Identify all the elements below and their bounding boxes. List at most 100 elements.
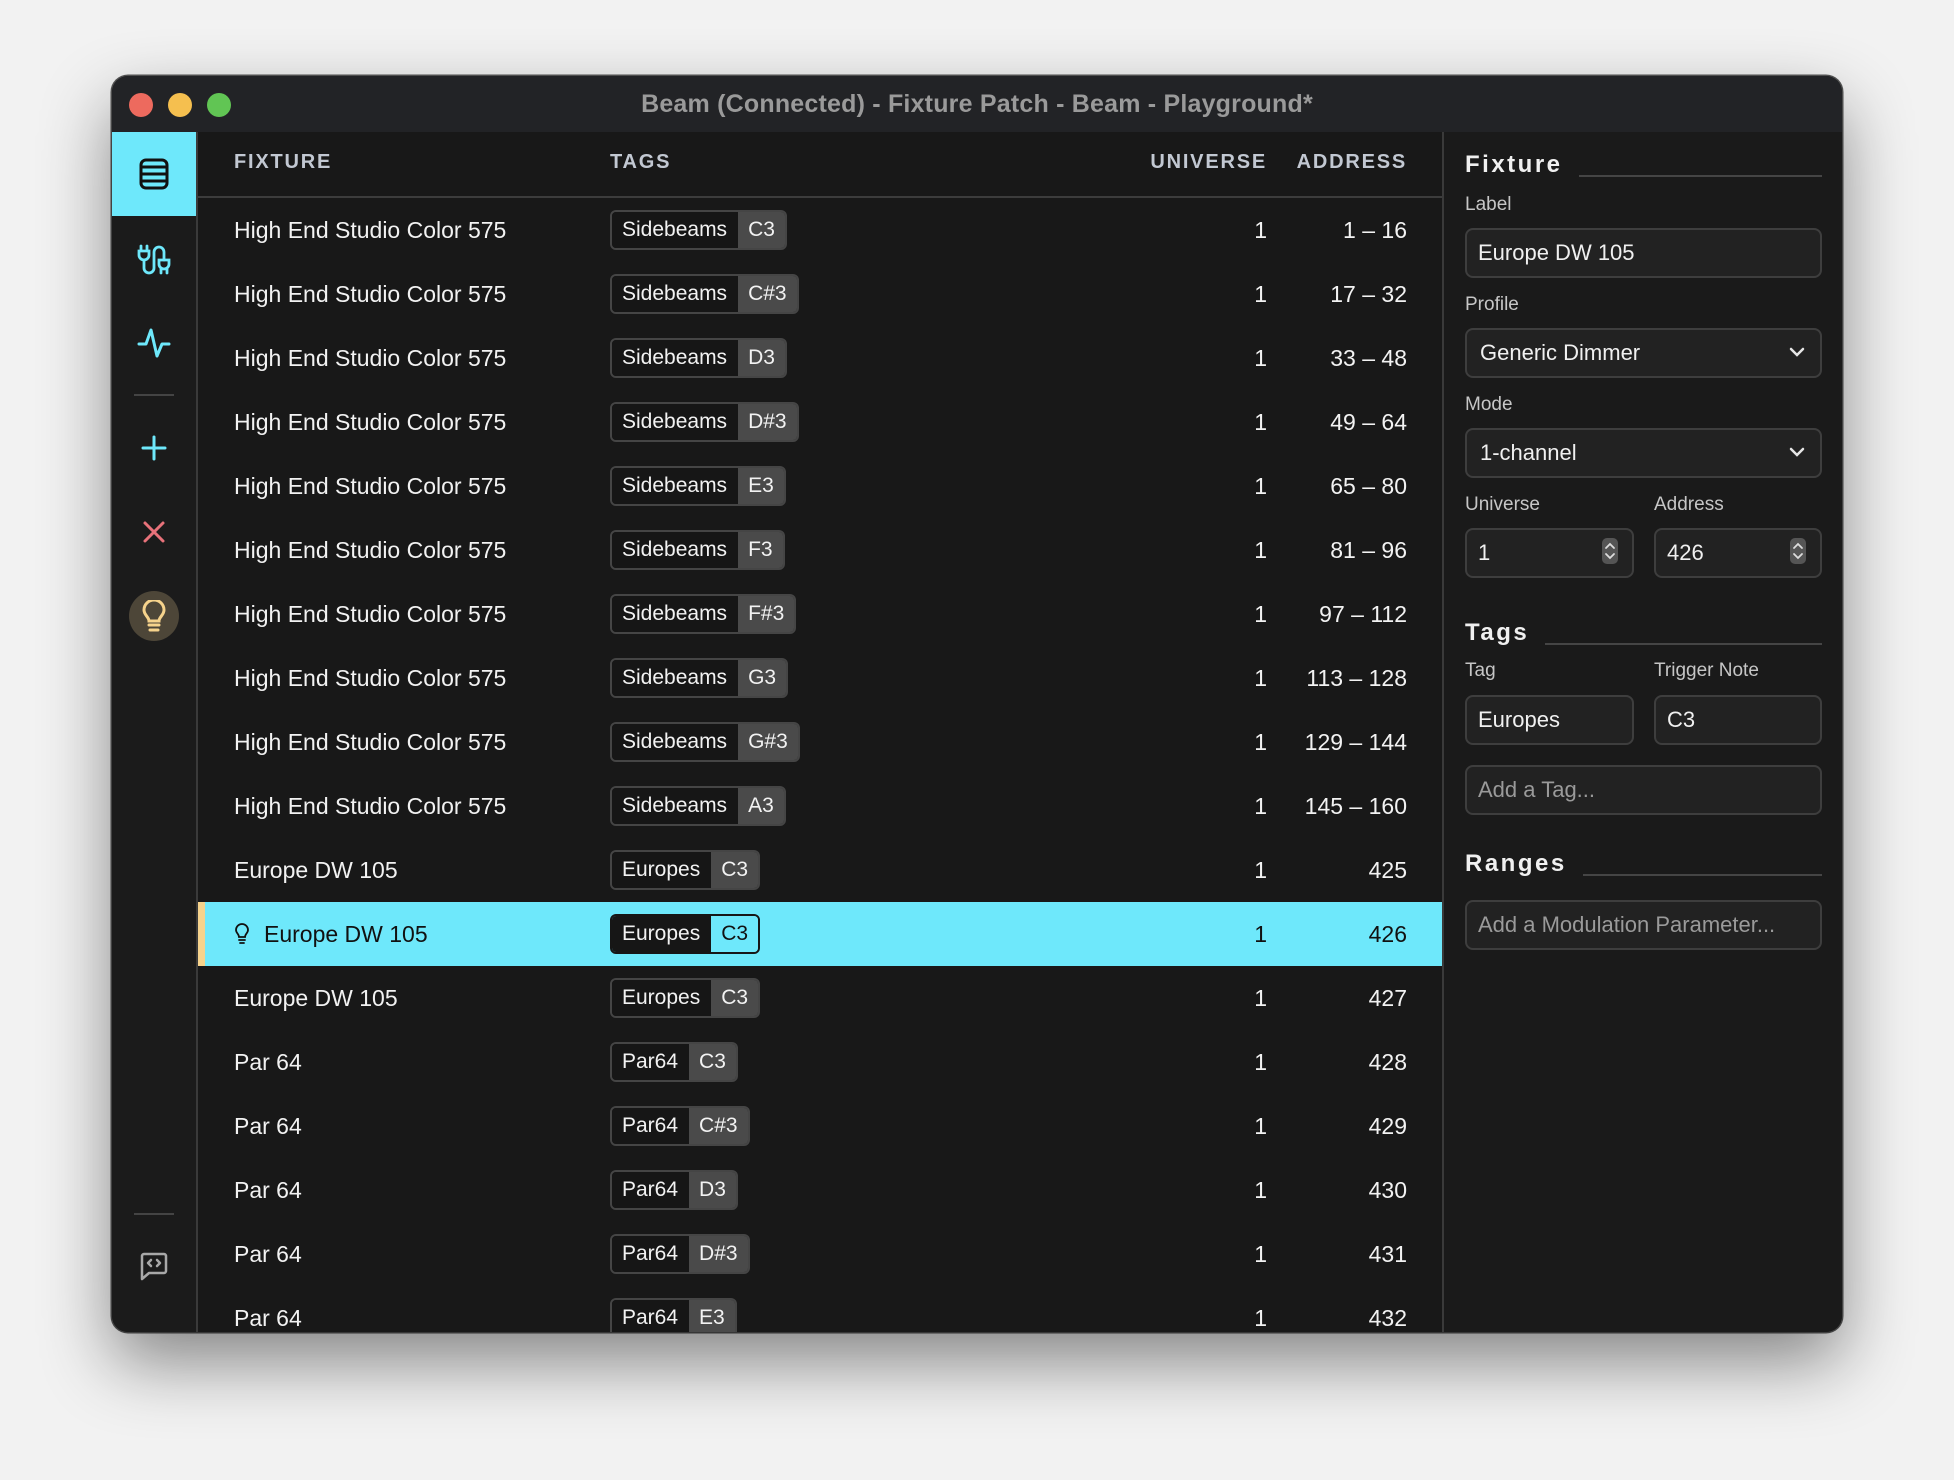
table-row[interactable]: High End Studio Color 575 Sidebeams D#3 1 49… [198, 390, 1442, 454]
fixture-cell: High End Studio Color 575 [234, 582, 506, 646]
plus-icon [141, 435, 167, 461]
trigger-note-input[interactable]: C3 [1654, 695, 1822, 745]
tag-name: Par64 [612, 1108, 690, 1144]
console-button[interactable] [112, 1233, 196, 1299]
tag-chip[interactable]: Sidebeams E3 [610, 466, 786, 506]
column-header-fixture[interactable]: FIXTURE [234, 151, 332, 174]
tag-chip[interactable]: Par64 D#3 [610, 1234, 750, 1274]
sidebar-item-patch[interactable] [112, 226, 196, 292]
sidebar-item-fixture-list[interactable] [112, 132, 196, 216]
tag-chip[interactable]: Par64 E3 [610, 1298, 737, 1332]
tag-chip[interactable]: Par64 C#3 [610, 1106, 750, 1146]
address-cell: 1 – 16 [1343, 216, 1407, 243]
stepper-arrows-icon[interactable] [1790, 538, 1806, 564]
maximize-window-button[interactable] [207, 93, 231, 117]
table-row[interactable]: Europe DW 105 Europes C3 1 425 [198, 838, 1442, 902]
tag-chip[interactable]: Par64 D3 [610, 1170, 738, 1210]
address-field-label: Address [1654, 494, 1724, 515]
profile-select[interactable]: Generic Dimmer [1465, 328, 1822, 378]
tag-name: Europes [612, 852, 712, 888]
tags-cell: Sidebeams F3 [610, 518, 785, 582]
fixture-cell: Par 64 [234, 1222, 302, 1286]
fixture-name: High End Studio Color 575 [234, 536, 507, 563]
column-header-address[interactable]: ADDRESS [1297, 151, 1407, 174]
universe-cell: 1 [1254, 1304, 1267, 1331]
remove-fixture-button[interactable] [112, 499, 196, 565]
universe-cell: 1 [1254, 920, 1267, 947]
fixture-name: High End Studio Color 575 [234, 728, 507, 755]
table-row[interactable]: High End Studio Color 575 Sidebeams C#3 1 17… [198, 262, 1442, 326]
table-row[interactable]: Par 64 Par64 D#3 1 431 [198, 1222, 1442, 1286]
section-heading: Fixture [1465, 151, 1563, 178]
tag-trigger-note: C3 [738, 212, 785, 248]
tag-chip[interactable]: Europes C3 [610, 850, 761, 890]
tag-chip[interactable]: Sidebeams D#3 [610, 402, 799, 442]
tags-cell: Sidebeams C#3 [610, 262, 799, 326]
tag-chip[interactable]: Sidebeams G3 [610, 658, 789, 698]
tag-chip[interactable]: Sidebeams C#3 [610, 274, 799, 314]
mode-select[interactable]: 1-channel [1465, 428, 1822, 478]
stepper-arrows-icon[interactable] [1602, 538, 1618, 564]
add-modulation-parameter-input[interactable]: Add a Modulation Parameter... [1465, 900, 1822, 950]
tag-name: Par64 [612, 1300, 690, 1332]
tag-chip[interactable]: Sidebeams F#3 [610, 594, 797, 634]
tag-chip[interactable]: Sidebeams D3 [610, 338, 787, 378]
minimize-window-button[interactable] [168, 93, 192, 117]
universe-cell: 1 [1254, 408, 1267, 435]
add-fixture-button[interactable] [112, 415, 196, 481]
tags-cell: Sidebeams G#3 [610, 710, 800, 774]
tag-trigger-note: E3 [689, 1300, 735, 1332]
tag-chip[interactable]: Sidebeams C3 [610, 210, 787, 250]
table-row[interactable]: High End Studio Color 575 Sidebeams C3 1 1 –… [198, 198, 1442, 262]
tag-trigger-note: D3 [689, 1172, 736, 1208]
settings-button[interactable] [112, 1318, 196, 1332]
table-row[interactable]: High End Studio Color 575 Sidebeams F#3 1 97… [198, 582, 1442, 646]
fixture-name: High End Studio Color 575 [234, 216, 507, 243]
section-heading: Ranges [1465, 850, 1567, 877]
fixture-cell: Par 64 [234, 1158, 302, 1222]
table-row[interactable]: Par 64 Par64 C#3 1 429 [198, 1094, 1442, 1158]
universe-cell: 1 [1254, 600, 1267, 627]
fixture-cell: Europe DW 105 [234, 902, 428, 966]
table-row[interactable]: High End Studio Color 575 Sidebeams G3 1 113… [198, 646, 1442, 710]
table-row[interactable]: High End Studio Color 575 Sidebeams G#3 1 12… [198, 710, 1442, 774]
identify-fixture-button[interactable] [112, 583, 196, 649]
label-input[interactable]: Europe DW 105 [1465, 228, 1822, 278]
tag-chip[interactable]: Sidebeams G#3 [610, 722, 800, 762]
tag-chip[interactable]: Sidebeams A3 [610, 786, 786, 826]
trigger-note-value: C3 [1667, 707, 1696, 732]
sidebar-item-monitor[interactable] [112, 310, 196, 376]
fixture-name: Europe DW 105 [264, 920, 428, 947]
table-row[interactable]: High End Studio Color 575 Sidebeams A3 1 145… [198, 774, 1442, 838]
universe-cell: 1 [1254, 856, 1267, 883]
address-cell: 426 [1368, 920, 1407, 947]
table-row[interactable]: Par 64 Par64 E3 1 432 [198, 1286, 1442, 1332]
column-header-universe[interactable]: UNIVERSE [1150, 151, 1267, 174]
address-stepper[interactable]: 426 [1654, 528, 1822, 578]
fixture-name: High End Studio Color 575 [234, 408, 507, 435]
fixture-cell: High End Studio Color 575 [234, 262, 506, 326]
add-tag-input[interactable]: Add a Tag... [1465, 765, 1822, 815]
tag-trigger-note: F3 [738, 532, 783, 568]
table-row[interactable]: Par 64 Par64 C3 1 428 [198, 1030, 1442, 1094]
fixture-cell: High End Studio Color 575 [234, 198, 506, 262]
table-row-selected[interactable]: Europe DW 105 Europes C3 1 426 [198, 902, 1442, 966]
table-row[interactable]: Europe DW 105 Europes C3 1 427 [198, 966, 1442, 1030]
universe-stepper[interactable]: 1 [1465, 528, 1634, 578]
tag-name: Sidebeams [612, 724, 739, 760]
column-header-tags[interactable]: TAGS [610, 151, 671, 174]
tag-chip[interactable]: Europes C3 [610, 914, 761, 954]
table-row[interactable]: High End Studio Color 575 Sidebeams F3 1 81 … [198, 518, 1442, 582]
tag-input[interactable]: Europes [1465, 695, 1634, 745]
universe-cell: 1 [1254, 792, 1267, 819]
table-row[interactable]: Par 64 Par64 D3 1 430 [198, 1158, 1442, 1222]
universe-cell: 1 [1254, 728, 1267, 755]
table-row[interactable]: High End Studio Color 575 Sidebeams D3 1 33 … [198, 326, 1442, 390]
tag-chip[interactable]: Europes C3 [610, 978, 761, 1018]
tag-chip[interactable]: Par64 C3 [610, 1042, 738, 1082]
sidebar-divider [134, 394, 174, 396]
fixture-name: High End Studio Color 575 [234, 280, 507, 307]
close-window-button[interactable] [129, 93, 153, 117]
tag-chip[interactable]: Sidebeams F3 [610, 530, 785, 570]
table-row[interactable]: High End Studio Color 575 Sidebeams E3 1 65 … [198, 454, 1442, 518]
